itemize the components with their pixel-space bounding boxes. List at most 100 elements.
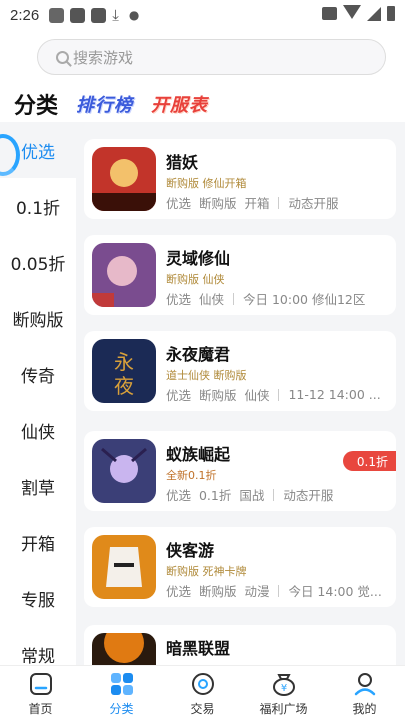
nav-home[interactable]: 首页 <box>0 666 81 720</box>
tab-ranking[interactable]: 排行榜 <box>76 91 133 117</box>
sidebar-item-xianxia[interactable]: 仙侠 <box>0 402 76 458</box>
game-meta: 优选 仙侠 今日 10:00 修仙12区 <box>166 289 365 308</box>
sidebar-item-youxuan[interactable]: 优选 <box>0 122 76 178</box>
game-tags: 断购版 仙侠 <box>166 273 225 286</box>
status-bar: 2:26 ⤓ ● <box>0 0 405 30</box>
server-info: 动态开服 <box>288 196 339 211</box>
game-icon <box>92 535 156 599</box>
nav-label: 分类 <box>109 701 134 716</box>
game-tags: 全新0.1折 <box>166 469 217 482</box>
meta-tag: 断购版 <box>198 196 237 211</box>
discount-badge: 0.1折 <box>342 451 396 471</box>
meta-tag: 优选 <box>166 584 192 599</box>
game-name: 猎妖 <box>166 153 199 172</box>
header-tabs: 分类 排行榜 开服表 <box>0 86 405 122</box>
search-bar-area: 搜索游戏 <box>0 30 405 86</box>
nav-trade[interactable]: 交易 <box>162 666 243 720</box>
work-profile-icon <box>322 7 337 20</box>
welfare-bag-icon: ¥ <box>272 673 295 696</box>
sidebar-item-0.1zhe[interactable]: 0.1折 <box>0 178 76 234</box>
game-tags: 断购版 修仙开箱 <box>166 177 247 190</box>
meta-tag: 优选 <box>166 196 192 211</box>
battery-icon <box>387 6 395 21</box>
nav-label: 福利广场 <box>259 701 308 716</box>
status-time: 2:26 <box>10 6 40 24</box>
tab-category[interactable]: 分类 <box>14 88 58 120</box>
sidebar-item-label: 开箱 <box>21 534 55 555</box>
game-icon: 永夜 <box>92 339 156 403</box>
game-list: 猎妖 断购版 修仙开箱 优选 断购版 开箱 动态开服 灵域修仙 断购版 仙侠 优选… <box>76 122 405 665</box>
search-placeholder: 搜索游戏 <box>73 48 134 67</box>
game-name: 侠客游 <box>166 541 215 560</box>
profile-icon <box>354 672 375 695</box>
sidebar-item-kaixiang[interactable]: 开箱 <box>0 514 76 570</box>
screen: 2:26 ⤓ ● 搜索游戏 分类 排行榜 开服表 优选 0.1折 0.05折 断… <box>0 0 405 720</box>
game-icon <box>92 243 156 307</box>
game-meta: 优选 断购版 动漫 今日 14:00 觉... <box>166 581 382 600</box>
app-notification-icon <box>91 7 107 23</box>
game-card[interactable]: 灵域修仙 断购版 仙侠 优选 仙侠 今日 10:00 修仙12区 <box>84 235 396 315</box>
divider <box>278 388 280 401</box>
game-name: 永夜魔君 <box>166 345 231 364</box>
sidebar-item-label: 割草 <box>21 478 55 499</box>
nav-category[interactable]: 分类 <box>81 666 162 720</box>
sidebar-item-chuanqi[interactable]: 传奇 <box>0 346 76 402</box>
game-card[interactable]: 侠客游 断购版 死神卡牌 优选 断购版 动漫 今日 14:00 觉... <box>84 527 396 607</box>
nav-label: 首页 <box>28 701 53 716</box>
home-icon <box>29 672 52 695</box>
game-card[interactable]: 暗黑联盟 <box>84 625 396 665</box>
wifi-icon <box>343 4 361 19</box>
search-icon <box>56 50 69 64</box>
sidebar-item-gecao[interactable]: 割草 <box>0 458 76 514</box>
divider <box>278 584 280 597</box>
svg-text:夜: 夜 <box>114 374 134 398</box>
search-input[interactable]: 搜索游戏 <box>37 39 386 75</box>
meta-tag: 断购版 <box>198 584 237 599</box>
game-meta: 优选 断购版 仙侠 11-12 14:00 ... <box>166 385 381 404</box>
sidebar-item-duangouban[interactable]: 断购版 <box>0 290 76 346</box>
game-tags: 道士仙侠 断购版 <box>166 369 247 382</box>
sidebar-item-label: 传奇 <box>21 366 55 387</box>
game-icon <box>92 147 156 211</box>
sidebar-item-label: 优选 <box>21 142 55 163</box>
sidebar-item-changgui[interactable]: 常规 <box>0 626 76 666</box>
nav-label: 交易 <box>190 701 215 716</box>
game-card[interactable]: 蚁族崛起 全新0.1折 优选 0.1折 国战 动态开服 0.1折 <box>84 431 396 511</box>
meta-tag: 优选 <box>166 488 192 503</box>
server-info: 11-12 14:00 ... <box>288 387 381 402</box>
meta-tag: 仙侠 <box>198 292 224 307</box>
meta-tag: 优选 <box>166 292 192 307</box>
game-name: 蚁族崛起 <box>166 445 231 464</box>
sidebar-item-label: 0.1折 <box>15 198 61 219</box>
game-icon <box>92 439 156 503</box>
server-info: 动态开服 <box>283 488 334 503</box>
gallery-notification-icon <box>49 7 65 23</box>
game-name: 灵域修仙 <box>166 249 231 268</box>
sidebar-item-0.05zhe[interactable]: 0.05折 <box>0 234 76 290</box>
tab-open-server[interactable]: 开服表 <box>151 91 208 117</box>
sidebar-item-zhuanfu[interactable]: 专服 <box>0 570 76 626</box>
svg-text:永: 永 <box>114 350 134 374</box>
bottom-navigation: 首页 分类 交易 ¥ 福利广场 我的 <box>0 665 405 720</box>
status-icons <box>322 4 395 21</box>
sidebar-item-label: 断购版 <box>12 310 64 331</box>
nav-welfare[interactable]: ¥ 福利广场 <box>243 666 324 720</box>
download-icon: ⤓ <box>112 6 119 24</box>
more-notifications-icon: ● <box>128 8 140 22</box>
meta-tag: 国战 <box>239 488 265 503</box>
divider <box>232 292 234 305</box>
game-meta: 优选 断购版 开箱 动态开服 <box>166 193 338 212</box>
meta-tag: 仙侠 <box>244 388 270 403</box>
sidebar-item-label: 专服 <box>21 590 55 611</box>
game-name: 暗黑联盟 <box>166 639 231 658</box>
game-card[interactable]: 猎妖 断购版 修仙开箱 优选 断购版 开箱 动态开服 <box>84 139 396 219</box>
app-notification-icon <box>70 7 86 23</box>
game-card[interactable]: 永夜 永夜魔君 道士仙侠 断购版 优选 断购版 仙侠 11-12 14:00 ..… <box>84 331 396 411</box>
trade-icon <box>191 672 214 695</box>
meta-tag: 优选 <box>166 388 192 403</box>
game-icon <box>92 633 156 665</box>
svg-text:¥: ¥ <box>280 683 286 694</box>
meta-tag: 动漫 <box>244 584 270 599</box>
game-tags: 断购版 死神卡牌 <box>166 565 247 578</box>
nav-profile[interactable]: 我的 <box>324 666 405 720</box>
